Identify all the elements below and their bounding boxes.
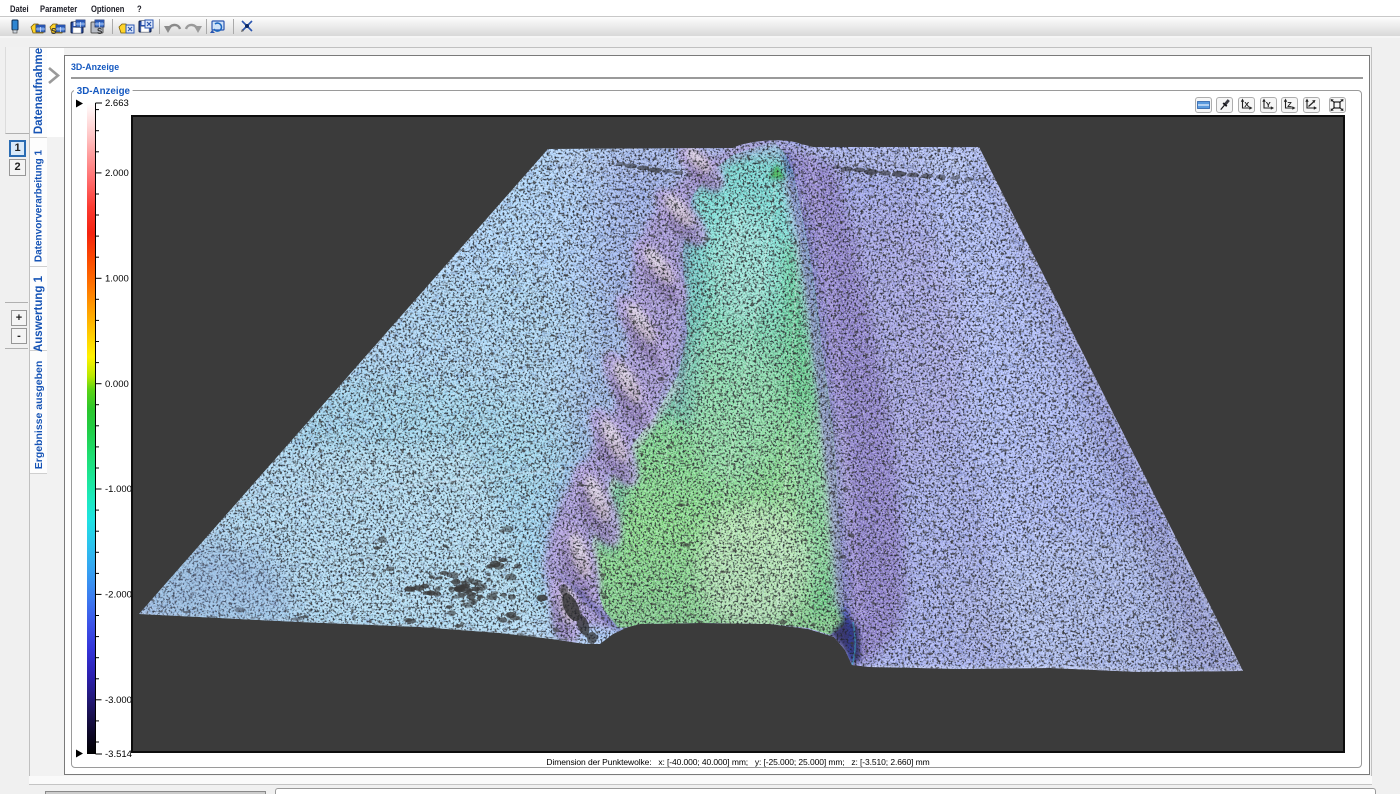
svg-text:1.000: 1.000: [105, 274, 129, 285]
svg-text:Y: Y: [1266, 100, 1271, 109]
svg-text:Z: Z: [1287, 100, 1292, 109]
svg-text:S: S: [97, 27, 103, 36]
svg-text:-3.514: -3.514: [105, 749, 132, 760]
svg-text:0.000: 0.000: [105, 379, 129, 390]
svg-text:2.663: 2.663: [105, 98, 129, 109]
svg-text:-3.000: -3.000: [105, 695, 132, 706]
svg-text:2.000: 2.000: [105, 168, 129, 179]
svg-text:-2.000: -2.000: [105, 590, 132, 601]
svg-text:X: X: [1244, 100, 1249, 109]
svg-text:-1.000: -1.000: [105, 484, 132, 495]
